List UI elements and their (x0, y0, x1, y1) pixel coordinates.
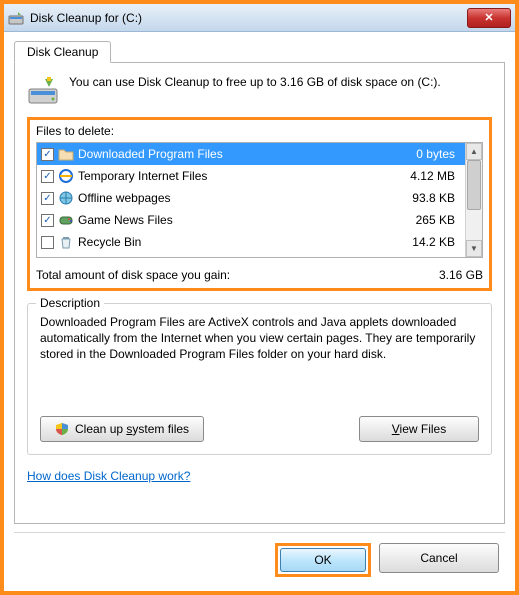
tab-disk-cleanup[interactable]: Disk Cleanup (14, 41, 111, 63)
scroll-down-button[interactable]: ▼ (466, 240, 482, 257)
description-text: Downloaded Program Files are ActiveX con… (40, 314, 479, 386)
item-name: Temporary Internet Files (78, 169, 387, 183)
list-item[interactable]: Recycle Bin 14.2 KB (37, 231, 465, 253)
scrollbar[interactable]: ▲ ▼ (465, 143, 482, 257)
game-icon (58, 212, 74, 228)
view-files-button-label: View Files (392, 422, 446, 436)
folder-icon (58, 146, 74, 162)
total-label: Total amount of disk space you gain: (36, 268, 439, 282)
ok-button[interactable]: OK (280, 548, 366, 572)
list-item[interactable]: ✓ Offline webpages 93.8 KB (37, 187, 465, 209)
description-group: Description Downloaded Program Files are… (27, 303, 492, 455)
view-files-button[interactable]: View Files (359, 416, 479, 442)
scroll-thumb[interactable] (467, 160, 481, 210)
uac-shield-icon (55, 422, 69, 436)
item-name: Game News Files (78, 213, 387, 227)
ok-highlight: OK (275, 543, 371, 577)
tab-panel: You can use Disk Cleanup to free up to 3… (14, 62, 505, 524)
window-title: Disk Cleanup for (C:) (30, 11, 467, 25)
item-size: 0 bytes (391, 147, 461, 161)
cancel-button[interactable]: Cancel (379, 543, 499, 573)
web-icon (58, 190, 74, 206)
tab-strip: Disk Cleanup (14, 40, 505, 62)
disk-cleanup-icon (8, 10, 24, 26)
help-link[interactable]: How does Disk Cleanup work? (27, 469, 492, 483)
scroll-track[interactable] (466, 160, 482, 240)
drive-cleanup-icon (27, 75, 59, 107)
titlebar: Disk Cleanup for (C:) ✕ (4, 4, 515, 32)
close-button[interactable]: ✕ (467, 8, 511, 28)
checkbox[interactable] (41, 236, 54, 249)
recycle-icon (58, 234, 74, 250)
clean-up-system-files-button[interactable]: Clean up system files (40, 416, 204, 442)
intro-text: You can use Disk Cleanup to free up to 3… (69, 75, 441, 107)
item-size: 4.12 MB (391, 169, 461, 183)
item-name: Recycle Bin (78, 235, 387, 249)
clean-up-button-label: Clean up system files (75, 422, 189, 436)
scroll-up-button[interactable]: ▲ (466, 143, 482, 160)
item-name: Downloaded Program Files (78, 147, 387, 161)
checkbox[interactable]: ✓ (41, 170, 54, 183)
item-size: 93.8 KB (391, 191, 461, 205)
dialog-buttons: OK Cancel (14, 532, 505, 581)
files-to-delete-label: Files to delete: (36, 124, 483, 138)
item-size: 14.2 KB (391, 235, 461, 249)
checkbox[interactable]: ✓ (41, 148, 54, 161)
files-listview[interactable]: ✓ Downloaded Program Files 0 bytes ✓ Tempora… (36, 142, 483, 258)
close-icon: ✕ (484, 11, 493, 24)
files-to-delete-section: Files to delete: ✓ Downloaded Program Fil… (27, 117, 492, 291)
description-title: Description (36, 296, 104, 310)
item-size: 265 KB (391, 213, 461, 227)
list-item[interactable]: ✓ Temporary Internet Files 4.12 MB (37, 165, 465, 187)
list-item[interactable]: ✓ Game News Files 265 KB (37, 209, 465, 231)
list-item[interactable]: ✓ Downloaded Program Files 0 bytes (37, 143, 465, 165)
checkbox[interactable]: ✓ (41, 214, 54, 227)
checkbox[interactable]: ✓ (41, 192, 54, 205)
total-value: 3.16 GB (439, 268, 483, 282)
item-name: Offline webpages (78, 191, 387, 205)
ie-icon (58, 168, 74, 184)
